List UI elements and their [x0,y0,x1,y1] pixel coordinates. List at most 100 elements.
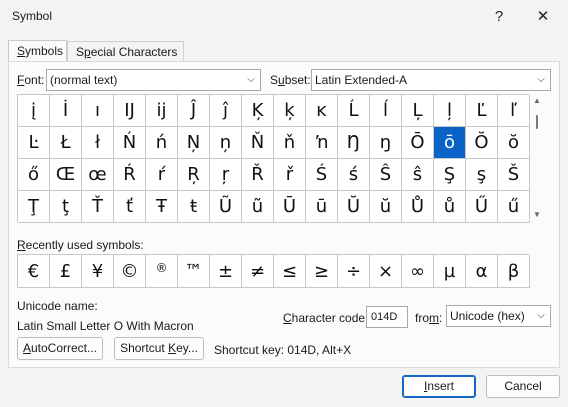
symbol-cell[interactable]: ŝ [402,159,434,191]
symbol-cell[interactable]: Ŀ [18,127,50,159]
symbol-cell[interactable]: ľ [498,95,530,127]
symbol-cell[interactable]: Ŋ [338,127,370,159]
symbol-cell[interactable]: Ŭ [338,191,370,223]
recent-symbol-cell[interactable]: ™ [178,255,210,288]
symbol-cell[interactable]: ĵ [210,95,242,127]
recent-symbol-cell[interactable]: ∞ [402,255,434,288]
symbol-cell[interactable]: Ű [466,191,498,223]
cancel-button[interactable]: Cancel [486,375,560,398]
symbol-cell[interactable]: Ĳ [114,95,146,127]
symbol-cell[interactable]: Ţ [18,191,50,223]
symbol-cell[interactable]: Ŗ [178,159,210,191]
recent-symbol-cell[interactable]: ≥ [306,255,338,288]
font-select[interactable]: (normal text) ⌵ [46,69,261,91]
symbol-cell[interactable]: Ŝ [370,159,402,191]
symbol-cell[interactable]: Ū [274,191,306,223]
recent-symbol-cell[interactable]: ¥ [82,255,114,288]
symbol-cell[interactable]: ŧ [178,191,210,223]
scroll-thumb[interactable] [536,115,538,129]
recent-symbol-cell[interactable]: α [466,255,498,288]
symbol-cell[interactable]: Ś [306,159,338,191]
tab-special-characters[interactable]: Special Characters [67,41,184,62]
symbol-cell[interactable]: ş [466,159,498,191]
symbol-cell[interactable]: Š [498,159,530,191]
symbol-cell[interactable]: į [18,95,50,127]
symbol-cell[interactable]: ŗ [210,159,242,191]
from-label: from: [415,311,443,325]
symbol-cell[interactable]: ō [434,127,466,159]
tab-symbols[interactable]: Symbols [8,40,67,63]
symbol-cell[interactable]: ĸ [306,95,338,127]
symbol-cell[interactable]: Ŏ [466,127,498,159]
recent-symbol-cell[interactable]: ± [210,255,242,288]
subset-select[interactable]: Latin Extended-A ⌵ [311,69,551,91]
insert-button[interactable]: Insert [402,375,476,398]
recent-symbol-cell[interactable]: ≤ [274,255,306,288]
symbol-cell[interactable]: Œ [50,159,82,191]
recent-symbol-cell[interactable]: € [18,255,50,288]
symbol-cell[interactable]: Ş [434,159,466,191]
recent-symbol-cell[interactable]: £ [50,255,82,288]
symbol-cell[interactable]: ň [274,127,306,159]
symbol-cell[interactable]: ń [146,127,178,159]
scroll-down-icon[interactable]: ▼ [533,210,541,219]
symbol-cell[interactable]: ř [274,159,306,191]
symbol-cell[interactable]: Ř [242,159,274,191]
symbol-grid[interactable]: įİıĲĳĴĵĶķĸĹĺĻļĽľ ĿŁłŃńŅņŇňŉŊŋŌōŎŏ őŒœŔŕŖŗŘ… [17,94,530,223]
symbol-cell[interactable]: ū [306,191,338,223]
recent-symbol-cell[interactable]: ÷ [338,255,370,288]
symbol-cell[interactable]: ņ [210,127,242,159]
recent-symbol-cell[interactable]: × [370,255,402,288]
recent-symbol-cell[interactable]: ® [146,255,178,288]
symbol-cell[interactable]: Ķ [242,95,274,127]
symbol-cell[interactable]: ť [114,191,146,223]
shortcut-key-button[interactable]: Shortcut Key... [114,337,204,360]
symbol-cell[interactable]: Ľ [466,95,498,127]
symbol-cell[interactable]: ţ [50,191,82,223]
symbol-cell[interactable]: ŉ [306,127,338,159]
symbol-cell[interactable]: ũ [242,191,274,223]
symbol-cell[interactable]: œ [82,159,114,191]
symbol-cell[interactable]: Ů [402,191,434,223]
symbol-cell[interactable]: Ŧ [146,191,178,223]
recent-symbol-cell[interactable]: β [498,255,530,288]
symbol-cell[interactable]: Ť [82,191,114,223]
recent-symbol-cell[interactable]: ≠ [242,255,274,288]
symbol-grid-scrollbar[interactable]: ▲ ▼ [530,94,544,222]
recent-symbol-cell[interactable]: © [114,255,146,288]
symbol-cell[interactable]: ŋ [370,127,402,159]
symbol-cell[interactable]: ő [18,159,50,191]
symbol-cell[interactable]: ů [434,191,466,223]
symbol-cell[interactable]: ł [82,127,114,159]
character-code-input[interactable]: 014D [366,306,408,328]
scroll-up-icon[interactable]: ▲ [533,96,541,105]
symbol-cell[interactable]: Ł [50,127,82,159]
recent-symbols[interactable]: € £ ¥ © ® ™ ± ≠ ≤ ≥ ÷ × ∞ µ α β [17,254,530,288]
character-code-label: Character code: [283,311,369,325]
help-button[interactable]: ? [477,0,521,32]
symbol-cell[interactable]: ı [82,95,114,127]
from-select[interactable]: Unicode (hex) ⌵ [446,305,551,327]
symbol-cell[interactable]: Ň [242,127,274,159]
symbol-cell[interactable]: ĺ [370,95,402,127]
symbol-cell[interactable]: Ņ [178,127,210,159]
symbol-cell[interactable]: ļ [434,95,466,127]
symbol-cell[interactable]: ś [338,159,370,191]
close-button[interactable]: ✕ [521,0,565,32]
symbol-cell[interactable]: ŏ [498,127,530,159]
symbol-cell[interactable]: ŭ [370,191,402,223]
symbol-cell[interactable]: Ļ [402,95,434,127]
symbol-cell[interactable]: Ō [402,127,434,159]
recent-symbol-cell[interactable]: µ [434,255,466,288]
symbol-cell[interactable]: ŕ [146,159,178,191]
symbol-cell[interactable]: Ŕ [114,159,146,191]
symbol-cell[interactable]: İ [50,95,82,127]
symbol-cell[interactable]: Ĵ [178,95,210,127]
autocorrect-button[interactable]: AutoCorrect... [17,337,103,360]
symbol-cell[interactable]: Ń [114,127,146,159]
symbol-cell[interactable]: ĳ [146,95,178,127]
symbol-cell[interactable]: Ĺ [338,95,370,127]
symbol-cell[interactable]: ķ [274,95,306,127]
symbol-cell[interactable]: ű [498,191,530,223]
symbol-cell[interactable]: Ũ [210,191,242,223]
